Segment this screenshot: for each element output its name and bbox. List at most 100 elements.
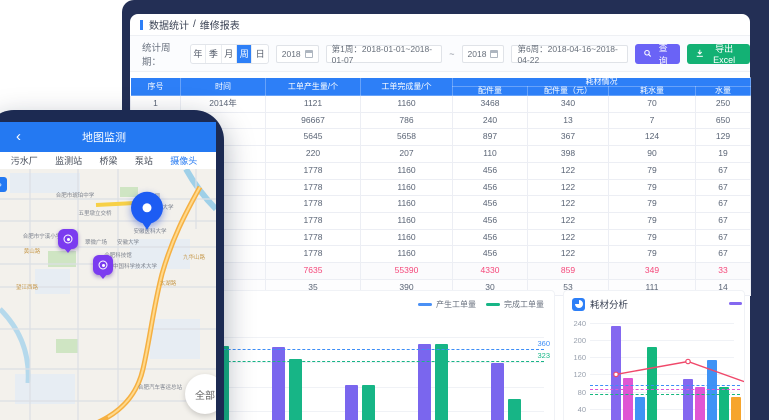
table-cell: 67 xyxy=(696,179,751,196)
legend-partial xyxy=(729,302,742,305)
week-range-to-input[interactable]: 第6周：2018-04-16~2018-04-22 xyxy=(511,45,628,63)
column-header: 序号 xyxy=(131,78,181,96)
total-cell: 349 xyxy=(609,263,696,280)
period-option-季[interactable]: 季 xyxy=(206,45,221,63)
consumables-chart: 耗材分析 2402001601208040 xyxy=(563,290,745,420)
filter-bar: 统计周期： 年季月周日 2018 第1周：2018-01-01~2018-01-… xyxy=(130,36,750,72)
legend-item-完成工单量[interactable]: 完成工单量 xyxy=(486,299,544,310)
consumable-bar[interactable] xyxy=(611,326,621,420)
bar-产生工单量[interactable] xyxy=(345,385,358,420)
table-cell: 110 xyxy=(453,146,528,163)
bar-产生工单量[interactable] xyxy=(418,344,431,420)
period-option-月[interactable]: 月 xyxy=(222,45,237,63)
table-cell: 220 xyxy=(266,146,361,163)
camera-lens-icon xyxy=(64,235,73,244)
table-cell: 79 xyxy=(609,196,696,213)
week-range-from-input[interactable]: 第1周：2018-01-01~2018-01-07 xyxy=(326,45,443,63)
camera-pin[interactable] xyxy=(93,255,113,275)
table-cell: 5645 xyxy=(266,129,361,146)
map-label: 合肥市琥珀中学 xyxy=(56,191,95,199)
query-button[interactable]: 查询 xyxy=(635,44,680,64)
map-label: 九华山路 xyxy=(183,253,205,261)
table-cell: 456 xyxy=(453,196,528,213)
bar-产生工单量[interactable] xyxy=(491,363,504,420)
phone-tab-监测站[interactable]: 监测站 xyxy=(55,154,82,167)
phone-tab-摄像头[interactable]: 摄像头 xyxy=(170,154,197,167)
table-cell: 786 xyxy=(361,112,453,129)
table-cell: 79 xyxy=(609,212,696,229)
bar-完成工单量[interactable] xyxy=(289,359,302,420)
map-label: 五里墩立交桥 xyxy=(78,209,111,217)
bar-产生工单量[interactable] xyxy=(272,347,285,420)
phone-tab-污水厂[interactable]: 污水厂 xyxy=(11,154,38,167)
table-cell: 240 xyxy=(453,112,528,129)
table-cell: 456 xyxy=(453,212,528,229)
table-cell: 122 xyxy=(528,212,609,229)
phone-tab-桥梁[interactable]: 桥梁 xyxy=(99,154,117,167)
legend-item-产生工单量[interactable]: 产生工单量 xyxy=(418,299,476,310)
table-cell: 129 xyxy=(696,129,751,146)
table-cell: 67 xyxy=(696,246,751,263)
bar-完成工单量[interactable] xyxy=(362,385,375,420)
reference-label: 360 xyxy=(537,339,550,348)
table-row[interactable]: 96667786240137650 xyxy=(131,112,751,129)
period-label: 统计周期： xyxy=(142,40,183,68)
map-graphics xyxy=(0,169,216,420)
table-cell: 456 xyxy=(453,162,528,179)
legend-marker xyxy=(418,303,432,306)
total-cell: 859 xyxy=(528,263,609,280)
table-cell: 67 xyxy=(696,212,751,229)
table-cell: 1160 xyxy=(361,179,453,196)
phone-tab-泵站[interactable]: 泵站 xyxy=(135,154,153,167)
consumable-bar[interactable] xyxy=(647,347,657,420)
table-cell: 13 xyxy=(528,112,609,129)
period-option-年[interactable]: 年 xyxy=(191,45,206,63)
sub-column-header: 配件量（元） xyxy=(528,87,609,96)
table-cell: 250 xyxy=(696,96,751,113)
period-option-周[interactable]: 周 xyxy=(237,45,252,63)
chart-icon xyxy=(572,298,585,311)
phone-page-title: 地图监测 xyxy=(0,129,216,145)
consumable-bar[interactable] xyxy=(719,387,729,420)
year-to-select[interactable]: 2018 xyxy=(462,45,505,63)
back-icon[interactable]: ‹ xyxy=(16,122,21,152)
total-cell: 33 xyxy=(696,263,751,280)
year-from-select[interactable]: 2018 xyxy=(276,45,319,63)
camera-pin[interactable] xyxy=(58,229,78,249)
camera-lens-icon xyxy=(99,261,108,270)
period-option-日[interactable]: 日 xyxy=(252,45,267,63)
period-segmented-control: 年季月周日 xyxy=(190,44,269,64)
y-tick: 80 xyxy=(566,388,586,397)
selected-camera-pin[interactable] xyxy=(131,192,163,224)
y-tick: 40 xyxy=(566,405,586,414)
bar-完成工单量[interactable] xyxy=(435,344,448,420)
sub-column-header: 水量 xyxy=(696,87,751,96)
table-cell: 7 xyxy=(609,112,696,129)
consumable-bar[interactable] xyxy=(635,397,645,420)
consumable-bar[interactable] xyxy=(623,378,633,420)
breadcrumb-section[interactable]: 数据统计 xyxy=(149,17,189,32)
export-excel-button[interactable]: 导出Excel xyxy=(687,44,750,64)
consumable-bar[interactable] xyxy=(695,387,705,420)
table-cell: 122 xyxy=(528,229,609,246)
reference-line xyxy=(590,385,740,386)
table-cell: 122 xyxy=(528,246,609,263)
phone-overlay: ‹ 地图监测 污水厂 监测站 桥梁 泵站 摄像头 xyxy=(0,110,224,420)
reference-line xyxy=(590,389,740,390)
sub-column-header: 耗水量 xyxy=(609,87,696,96)
bar-完成工单量[interactable] xyxy=(508,399,521,420)
column-header: 工单完成量/个 xyxy=(361,78,453,96)
table-cell: 1160 xyxy=(361,246,453,263)
search-icon xyxy=(644,49,652,58)
map-view[interactable]: › 合肥市琥珀中学体育局安徽农业大学五里墩立交桥安徽医科大学合肥市宁溪小学翠微广… xyxy=(0,169,216,420)
breadcrumb: 数据统计 / 维修报表 xyxy=(130,14,750,36)
map-expand-button[interactable]: › xyxy=(0,177,7,192)
table-cell: 67 xyxy=(696,196,751,213)
chart-legend: 产生工单量完成工单量 xyxy=(418,299,544,310)
table-cell: 1778 xyxy=(266,196,361,213)
consumable-bar[interactable] xyxy=(731,397,741,420)
table-row[interactable]: 12014年11211160346834070250 xyxy=(131,96,751,113)
table-cell: 367 xyxy=(528,129,609,146)
breadcrumb-page: 维修报表 xyxy=(200,17,240,32)
table-cell: 122 xyxy=(528,162,609,179)
